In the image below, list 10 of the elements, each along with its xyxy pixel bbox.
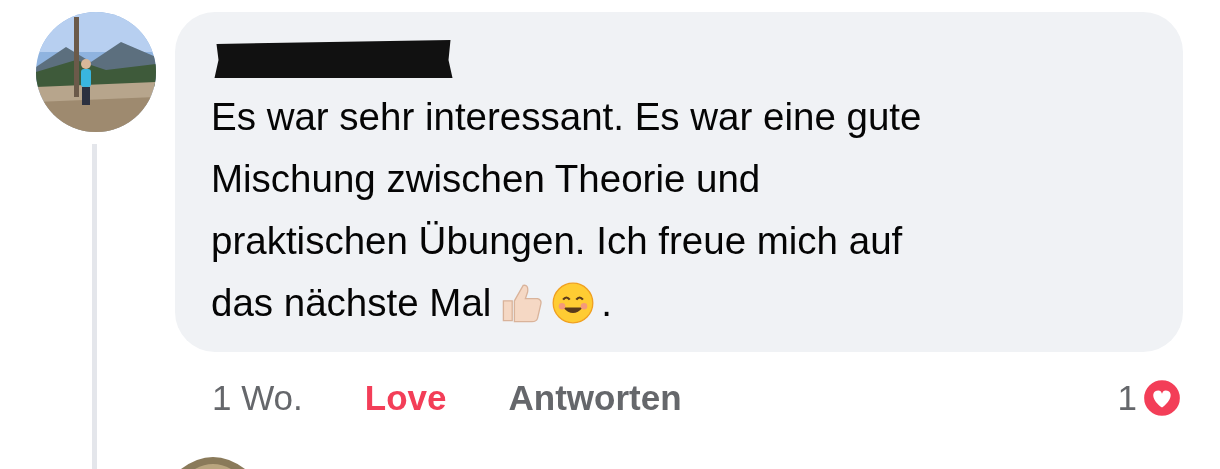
comment-text-line: Es war sehr interessant. Es war eine gute <box>211 94 922 140</box>
smiling-face-icon <box>551 281 596 325</box>
time-label: 1 Wo. <box>212 378 303 418</box>
comment-text-line: Mischung zwischen Theorie und <box>211 156 761 202</box>
comment-text-line: praktischen Übungen. Ich freue mich auf <box>211 218 903 264</box>
love-reaction-link[interactable]: Love <box>364 378 447 418</box>
comment-text-line: das nächste Mal <box>211 280 492 326</box>
reply-link[interactable]: Antworten <box>508 378 682 418</box>
reaction-count: 1 <box>1117 378 1137 418</box>
period-text: . <box>601 280 613 326</box>
